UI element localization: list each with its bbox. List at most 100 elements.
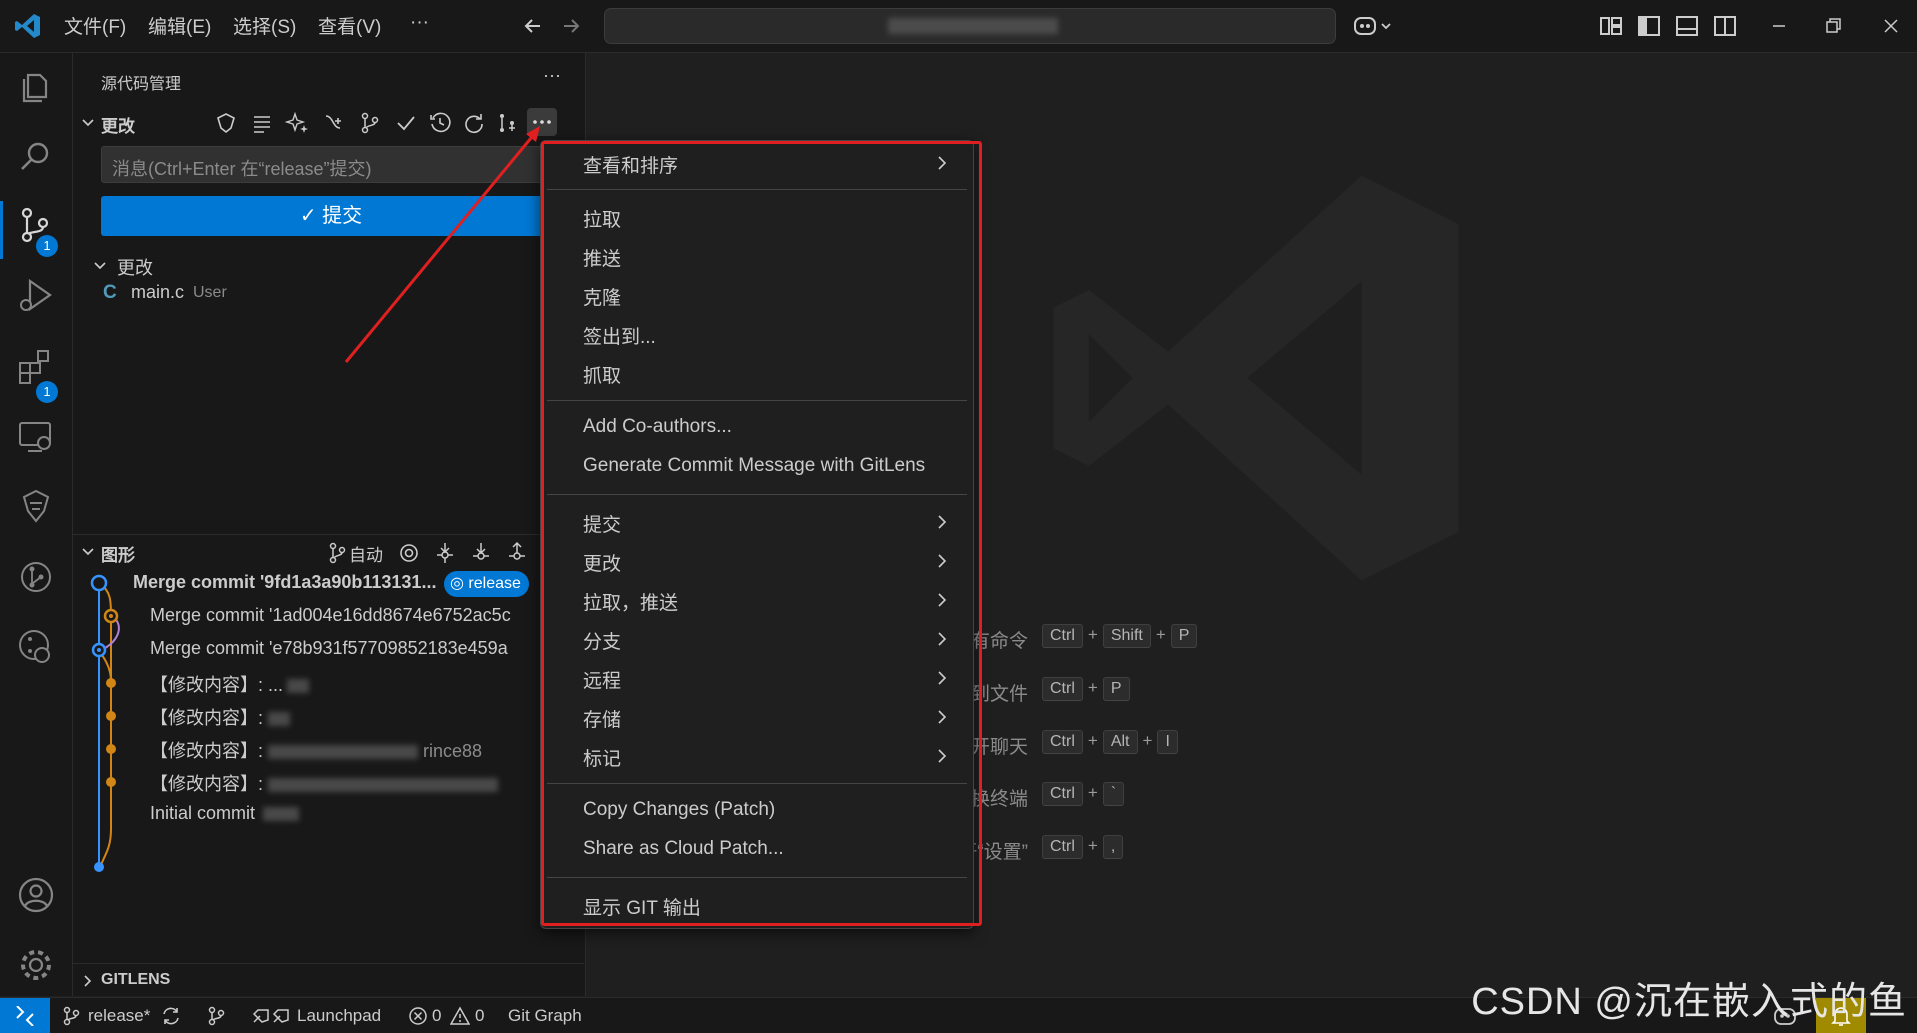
remote-indicator[interactable] xyxy=(0,998,50,1033)
push-icon[interactable] xyxy=(505,541,529,565)
file-name: main.c xyxy=(131,282,185,302)
scm-badge: 1 xyxy=(36,235,58,257)
commit-message: 【修改内容】: xyxy=(150,741,269,761)
vscode-watermark-icon xyxy=(1053,175,1459,581)
key: Ctrl xyxy=(1042,835,1083,859)
graph-section-header[interactable]: 图形 xyxy=(101,541,135,566)
graph-auto-label[interactable]: 自动 xyxy=(349,541,383,566)
branch-icon[interactable] xyxy=(327,541,347,565)
key: Ctrl xyxy=(1042,730,1083,754)
key: I xyxy=(1157,730,1178,754)
chevron-down-icon[interactable] xyxy=(81,545,95,559)
toggle-primary-sidebar-icon[interactable] xyxy=(1636,13,1662,39)
explorer-icon[interactable] xyxy=(14,65,58,109)
command-center-text-blurred xyxy=(888,18,1058,34)
key: Shift xyxy=(1102,624,1151,648)
remote-explorer-icon[interactable] xyxy=(14,415,58,459)
shortcut-keys: Ctrl +, xyxy=(1042,835,1124,859)
sidebar-title: 源代码管理 xyxy=(101,76,182,93)
fetch-icon[interactable] xyxy=(433,541,457,565)
remote-icon xyxy=(16,1006,34,1026)
chevron-right-icon[interactable] xyxy=(81,974,95,988)
close-icon[interactable] xyxy=(1878,13,1904,39)
accounts-icon[interactable] xyxy=(14,873,58,917)
graph-row[interactable]: 【修改内容】: rince88 xyxy=(150,737,482,763)
annotation-highlight-box xyxy=(541,141,982,926)
back-arrow-icon[interactable] xyxy=(520,13,546,39)
launchpad-label[interactable]: Launchpad xyxy=(297,1006,381,1026)
commit-message: Merge commit '9fd1a3a90b113131... xyxy=(133,572,437,592)
menu-file[interactable]: 文件(F) xyxy=(64,12,126,39)
toggle-panel-icon[interactable] xyxy=(1674,13,1700,39)
copilot-icon[interactable] xyxy=(1352,13,1396,39)
toggle-secondary-sidebar-icon[interactable] xyxy=(1712,13,1738,39)
redacted-text xyxy=(268,778,499,793)
error-count: 0 xyxy=(432,1006,442,1025)
menu-edit[interactable]: 编辑(E) xyxy=(148,12,211,39)
customize-layout-icon[interactable] xyxy=(1598,13,1624,39)
graph-row[interactable]: 【修改内容】: xyxy=(150,770,499,796)
extensions-badge: 1 xyxy=(36,381,58,403)
warning-icon xyxy=(450,1006,470,1025)
changes-group-label[interactable]: 更改 xyxy=(117,254,153,280)
redacted-text xyxy=(263,807,300,822)
branch-name[interactable]: release* xyxy=(88,1006,150,1026)
commit-message: Merge commit '1ad004e16dd8674e6752ac5c xyxy=(150,605,511,625)
settings-gear-icon[interactable] xyxy=(14,943,58,987)
command-center-search[interactable] xyxy=(604,8,1336,44)
target-icon: ◎ xyxy=(450,575,469,592)
redacted-text xyxy=(268,712,291,727)
gitlens-section-header[interactable]: GITLENS xyxy=(101,971,170,989)
shortcut-keys: Ctrl + ` xyxy=(1042,782,1125,806)
shortcut-keys: Ctrl + P xyxy=(1042,677,1130,701)
graph-row[interactable]: Merge commit '9fd1a3a90b113131... xyxy=(133,572,436,593)
commit-message: Initial commit xyxy=(150,803,256,823)
list-view-icon[interactable] xyxy=(249,110,275,136)
graph-row[interactable]: Merge commit '1ad004e16dd8674e6752ac5c xyxy=(150,605,511,626)
pull-icon[interactable] xyxy=(469,541,493,565)
menu-view[interactable]: 查看(V) xyxy=(318,12,381,39)
restore-icon[interactable] xyxy=(1820,13,1846,39)
shortcut-keys: Ctrl + Shift + P xyxy=(1042,624,1198,648)
search-icon[interactable] xyxy=(14,135,58,179)
file-path: User xyxy=(193,284,227,301)
chevron-down-icon[interactable] xyxy=(81,116,95,130)
sidebar-more-button[interactable]: ··· xyxy=(543,65,561,86)
branch-icon xyxy=(63,1006,80,1026)
forward-arrow-icon[interactable] xyxy=(558,13,584,39)
release-tag-badge[interactable]: ◎ release xyxy=(444,571,529,597)
watermark-text: CSDN @沉在嵌入式的鱼 xyxy=(1471,981,1907,1023)
gitlens-inspect-icon[interactable] xyxy=(14,625,58,669)
error-icon xyxy=(409,1007,427,1025)
menu-more[interactable]: ··· xyxy=(410,12,429,34)
graph-row[interactable]: Merge commit 'e78b931f57709852183e459a xyxy=(150,638,508,659)
key: P xyxy=(1102,677,1130,701)
graph-row[interactable]: Initial commit xyxy=(150,803,300,824)
redacted-text xyxy=(287,679,310,694)
rocket-icon[interactable] xyxy=(250,1006,290,1026)
git-graph-button[interactable]: Git Graph xyxy=(508,1006,582,1026)
commit-author: rince88 xyxy=(423,741,483,761)
commit-message: 【修改内容】: xyxy=(150,774,269,794)
gitlens-compare-icon[interactable] xyxy=(206,1006,226,1026)
chevron-down-icon[interactable] xyxy=(93,259,107,273)
graph-row[interactable]: 【修改内容】: ... xyxy=(150,671,310,697)
git-graph-icon[interactable] xyxy=(14,555,58,599)
graph-row[interactable]: 【修改内容】: xyxy=(150,704,291,730)
target-icon[interactable] xyxy=(397,541,421,565)
key: Ctrl xyxy=(1042,782,1083,806)
changes-section-header[interactable]: 更改 xyxy=(101,112,135,137)
sync-icon[interactable] xyxy=(160,1006,182,1026)
commit-message: 【修改内容】: ... xyxy=(150,675,284,695)
gitlens-action-icon[interactable] xyxy=(213,110,239,136)
sparkle-icon[interactable] xyxy=(285,110,311,136)
menu-selection[interactable]: 选择(S) xyxy=(233,12,296,39)
run-debug-icon[interactable] xyxy=(14,273,58,317)
key: Ctrl xyxy=(1042,624,1083,648)
section-divider xyxy=(73,534,584,535)
minimize-icon[interactable] xyxy=(1766,13,1792,39)
key: Alt xyxy=(1102,730,1138,754)
gitlens-icon[interactable] xyxy=(14,485,58,529)
key: , xyxy=(1102,835,1124,859)
vscode-logo-icon xyxy=(15,14,40,38)
